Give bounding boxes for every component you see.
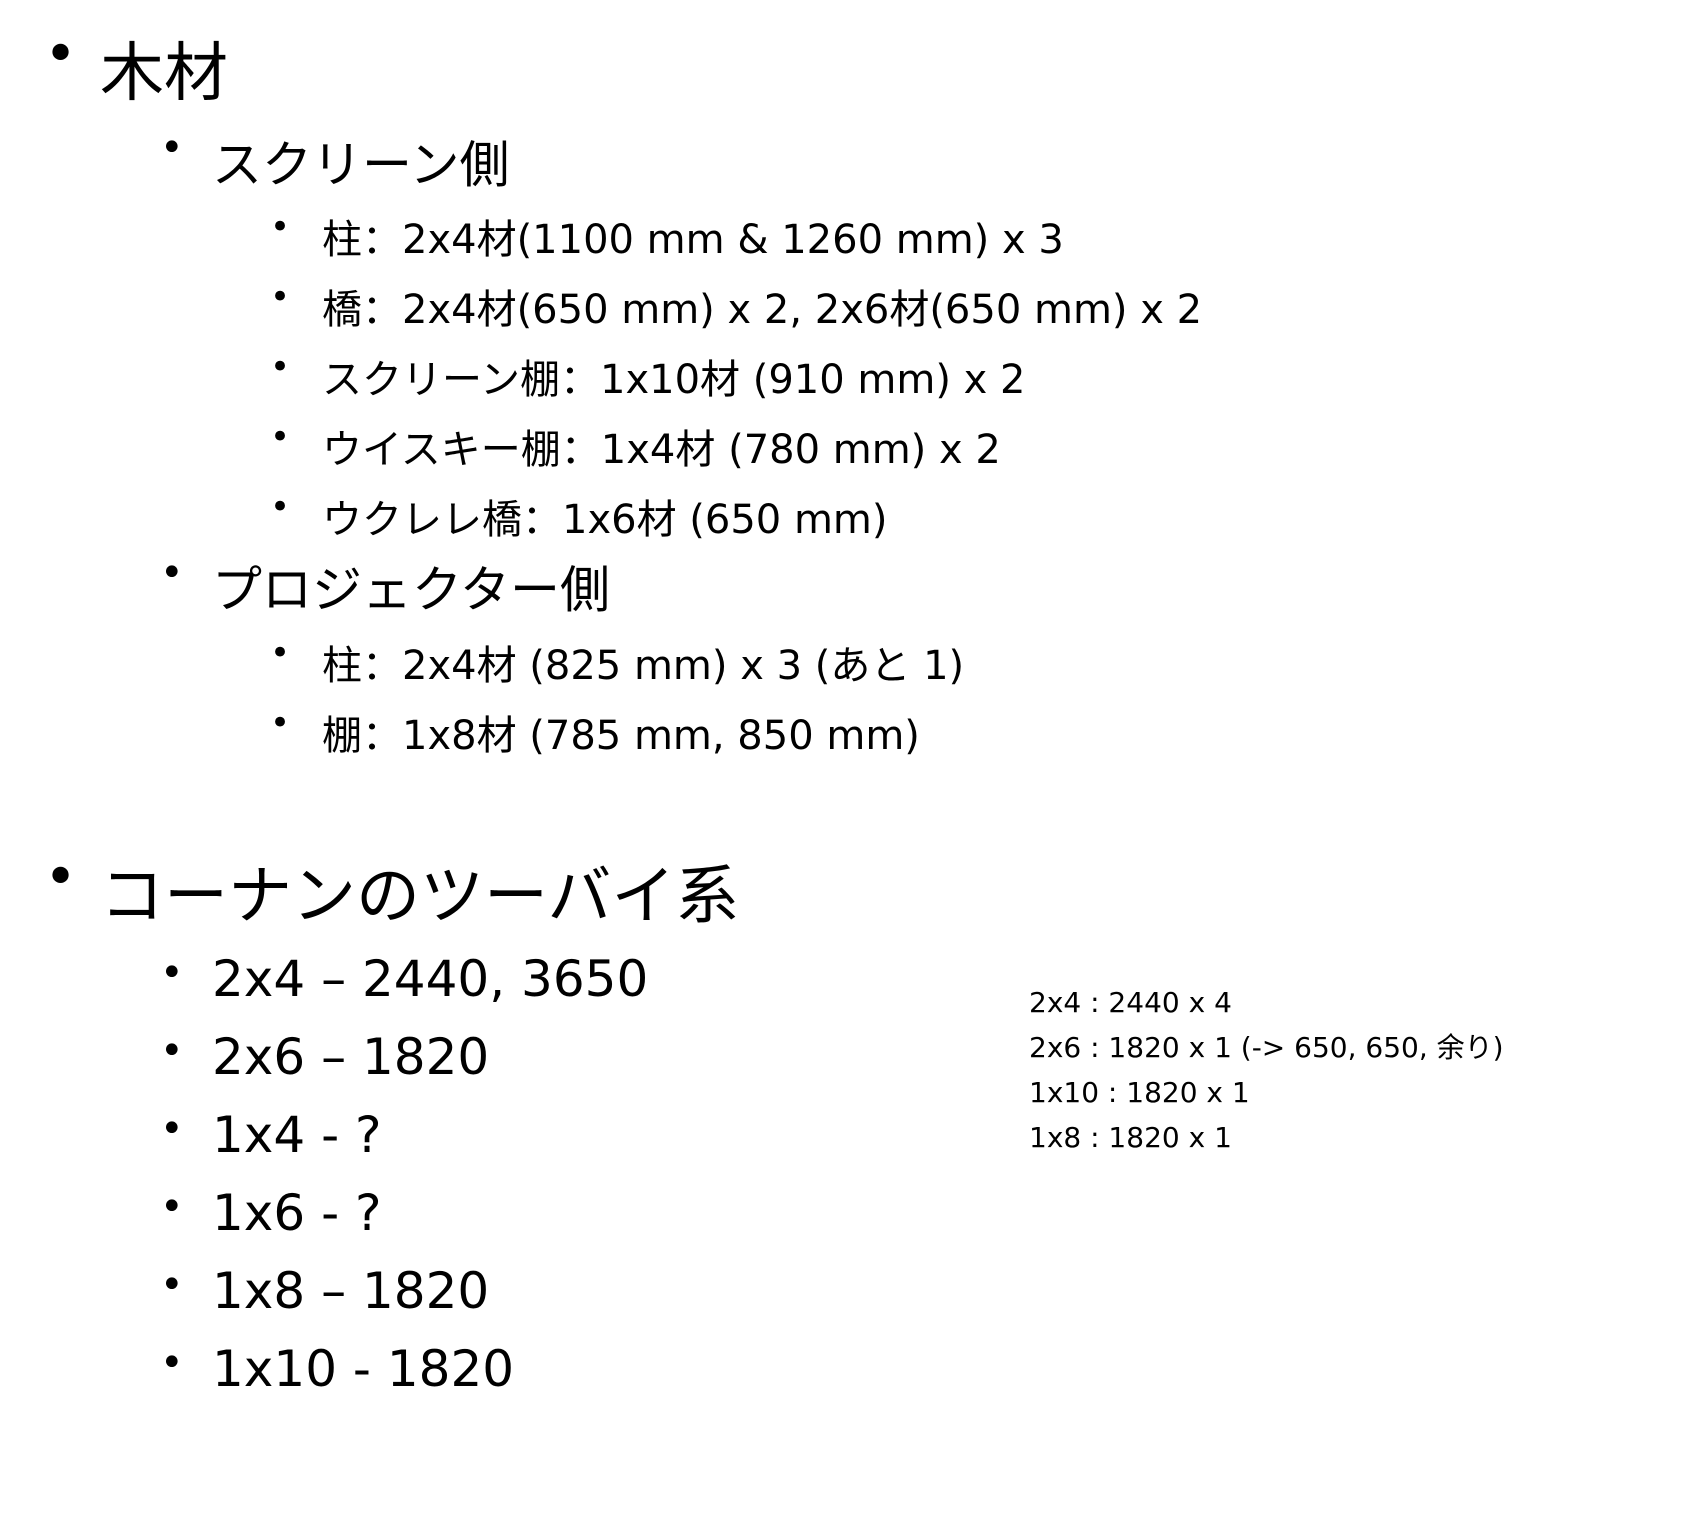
list-item-text: ウイスキー棚：1x4材 (780 mm) x 2 (322, 427, 1001, 473)
bullet: • (270, 633, 291, 673)
list-item-text: 棚：1x8材 (785 mm, 850 mm) (322, 713, 920, 759)
note-line: 1x8 : 1820 x 1 (1029, 1121, 1232, 1154)
bullet: • (44, 845, 78, 910)
bullet: • (160, 125, 184, 171)
bullet: • (160, 1028, 184, 1074)
list-item-text: 2x4 – 2440, 3650 (212, 950, 649, 1008)
purchase-note: 2x4 : 2440 x 4 2x6 : 1820 x 1 (-> 650, 6… (1029, 980, 1504, 1160)
bullet: • (270, 347, 291, 387)
list-item-text: 1x4 - ? (212, 1106, 382, 1164)
bullet: • (160, 550, 184, 596)
bullet: • (160, 1340, 184, 1386)
section-title: コーナンのツーバイ系 (100, 860, 740, 934)
group-title: プロジェクター側 (212, 561, 610, 619)
bullet: • (270, 207, 291, 247)
bullet: • (160, 1106, 184, 1152)
bullet: • (270, 703, 291, 743)
note-line: 2x4 : 2440 x 4 (1029, 986, 1232, 1019)
list-item-text: 1x8 – 1820 (212, 1262, 490, 1320)
list-item-text: 柱：2x4材(1100 mm & 1260 mm) x 3 (322, 217, 1064, 263)
bullet: • (270, 277, 291, 317)
list-item-text: 2x6 – 1820 (212, 1028, 490, 1086)
bullet: • (160, 1262, 184, 1308)
note-line: 1x10 : 1820 x 1 (1029, 1076, 1250, 1109)
list-item-text: 柱：2x4材 (825 mm) x 3 (あと 1) (322, 643, 965, 689)
list-item-text: 橋：2x4材(650 mm) x 2, 2x6材(650 mm) x 2 (322, 287, 1203, 333)
bullet: • (160, 950, 184, 996)
list-item-text: スクリーン棚：1x10材 (910 mm) x 2 (322, 357, 1026, 403)
list-item-text: 1x6 - ? (212, 1184, 382, 1242)
group-title: スクリーン側 (212, 136, 510, 194)
bullet: • (160, 1184, 184, 1230)
bullet: • (270, 487, 291, 527)
slide: • 木材 • スクリーン側 • 柱：2x4材(1100 mm & 1260 mm… (0, 0, 1681, 1530)
bullet: • (44, 22, 78, 87)
section-title: 木材 (100, 37, 228, 111)
list-item-text: ウクレレ橋：1x6材 (650 mm) (322, 497, 888, 543)
list-item-text: 1x10 - 1820 (212, 1340, 515, 1398)
note-line: 2x6 : 1820 x 1 (-> 650, 650, 余り) (1029, 1031, 1504, 1064)
bullet: • (270, 417, 291, 457)
